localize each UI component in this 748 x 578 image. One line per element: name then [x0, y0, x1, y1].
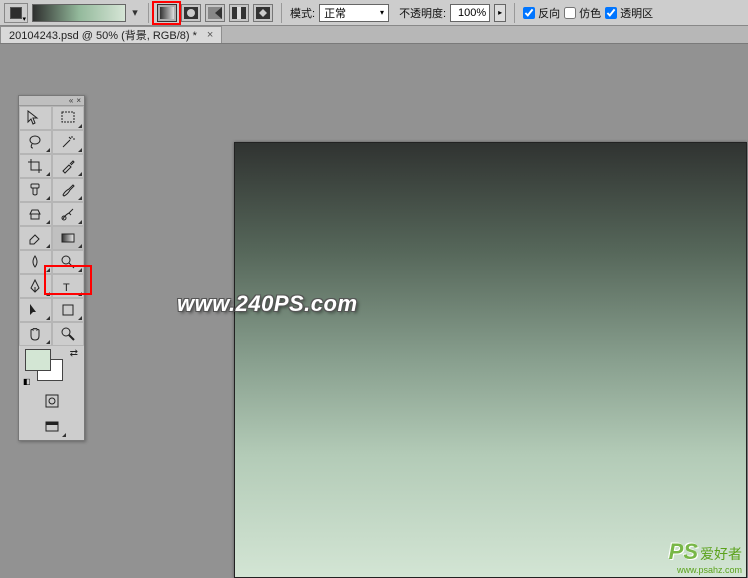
- watermark-url: www.psahz.com: [669, 565, 742, 575]
- magic-wand-tool[interactable]: [52, 130, 85, 154]
- linear-gradient-button[interactable]: [157, 4, 177, 22]
- brush-tool[interactable]: [52, 178, 85, 202]
- transparency-label: 透明区: [620, 5, 653, 21]
- mode-value: 正常: [324, 5, 346, 21]
- dodge-tool[interactable]: [52, 250, 85, 274]
- gradient-picker-arrow[interactable]: ▾: [130, 4, 140, 22]
- document-tab[interactable]: 20104243.psd @ 50% (背景, RGB/8) * ×: [0, 26, 222, 43]
- mode-label: 模式:: [290, 5, 315, 21]
- swap-colors-icon[interactable]: ⇄: [70, 348, 78, 359]
- path-selection-tool[interactable]: [19, 298, 52, 322]
- angle-gradient-button[interactable]: [205, 4, 225, 22]
- foreground-color-swatch[interactable]: [25, 349, 51, 371]
- separator: [281, 3, 282, 23]
- close-tab-icon[interactable]: ×: [207, 29, 213, 41]
- eyedropper-tool[interactable]: [52, 154, 85, 178]
- screen-mode-toggle[interactable]: [37, 416, 67, 438]
- default-colors-icon[interactable]: ◧: [23, 377, 31, 386]
- quick-mask-row: [19, 388, 84, 414]
- opacity-field[interactable]: 100%: [450, 4, 490, 22]
- opacity-value: 100%: [458, 7, 486, 19]
- gradient-tool[interactable]: [52, 226, 85, 250]
- document-tab-bar: 20104243.psd @ 50% (背景, RGB/8) * ×: [0, 26, 748, 44]
- history-brush-tool[interactable]: [52, 202, 85, 226]
- blur-tool[interactable]: [19, 250, 52, 274]
- dropdown-arrow-icon: ▾: [380, 8, 384, 17]
- close-icon[interactable]: ×: [76, 96, 81, 105]
- reverse-checkbox[interactable]: [523, 7, 535, 19]
- tools-panel: « × T ⇄ ◧: [18, 95, 85, 441]
- eraser-tool[interactable]: [19, 226, 52, 250]
- type-tool[interactable]: T: [52, 274, 85, 298]
- color-swatches: ⇄ ◧: [19, 346, 84, 388]
- blend-mode-dropdown[interactable]: 正常 ▾: [319, 4, 389, 22]
- crop-tool[interactable]: [19, 154, 52, 178]
- watermark-logo: PS: [669, 539, 698, 565]
- tools-panel-header[interactable]: « ×: [19, 96, 84, 106]
- gradient-preview[interactable]: [32, 4, 126, 22]
- hand-tool[interactable]: [19, 322, 52, 346]
- document-title: 20104243.psd @ 50% (背景, RGB/8) *: [9, 27, 197, 43]
- options-bar: ▾ ▾ 模式: 正常 ▾ 不透明度: 100% ▸ 反向 仿色 透明区: [0, 0, 748, 26]
- marquee-tool[interactable]: [52, 106, 85, 130]
- dither-label: 仿色: [579, 5, 601, 21]
- zoom-tool[interactable]: [52, 322, 85, 346]
- move-tool[interactable]: [19, 106, 52, 130]
- diamond-gradient-button[interactable]: [253, 4, 273, 22]
- tool-preset-picker[interactable]: ▾: [4, 3, 28, 23]
- screen-mode-row: [19, 414, 84, 440]
- shape-tool[interactable]: [52, 298, 85, 322]
- collapse-icon[interactable]: «: [69, 96, 73, 105]
- radial-gradient-button[interactable]: [181, 4, 201, 22]
- watermark-text: 爱好者: [700, 544, 742, 564]
- transparency-checkbox[interactable]: [605, 7, 617, 19]
- reflected-gradient-button[interactable]: [229, 4, 249, 22]
- opacity-slider-arrow[interactable]: ▸: [494, 4, 506, 22]
- dither-checkbox[interactable]: [564, 7, 576, 19]
- reverse-label: 反向: [538, 5, 560, 21]
- healing-brush-tool[interactable]: [19, 178, 52, 202]
- separator: [148, 3, 149, 23]
- canvas[interactable]: [234, 142, 747, 578]
- svg-text:T: T: [63, 282, 70, 294]
- pen-tool[interactable]: [19, 274, 52, 298]
- lasso-tool[interactable]: [19, 130, 52, 154]
- quick-mask-toggle[interactable]: [37, 390, 67, 412]
- separator: [514, 3, 515, 23]
- watermark-center: www.240PS.com: [177, 291, 358, 317]
- opacity-label: 不透明度:: [399, 5, 446, 21]
- watermark-corner: PS 爱好者 www.psahz.com: [669, 539, 742, 575]
- clone-stamp-tool[interactable]: [19, 202, 52, 226]
